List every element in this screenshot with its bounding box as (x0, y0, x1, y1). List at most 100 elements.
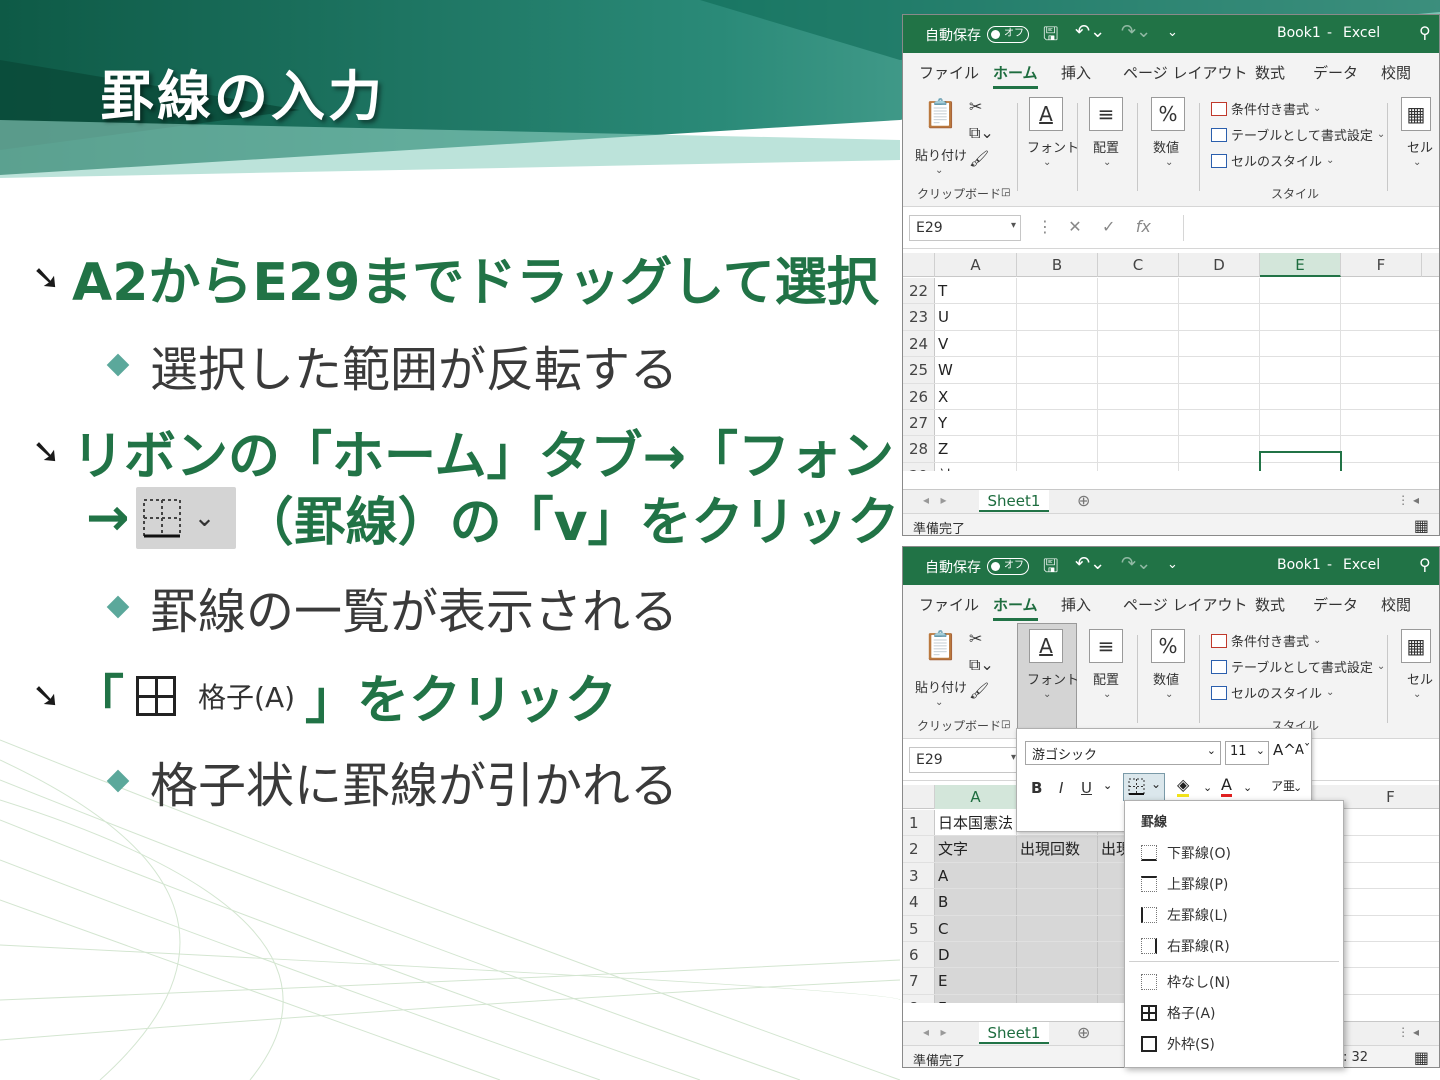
underline-button[interactable]: U (1081, 779, 1092, 797)
grid-cell[interactable] (1017, 330, 1098, 357)
grid-cell[interactable] (1017, 889, 1098, 915)
grid-cell[interactable] (1179, 304, 1260, 330)
redo-icon[interactable]: ↷⌄ (1121, 553, 1151, 574)
grid-cell[interactable] (1179, 462, 1260, 471)
grid-cell[interactable] (1098, 436, 1179, 462)
grid-cell[interactable] (1341, 304, 1439, 329)
sheet-tab[interactable]: Sheet1 (979, 490, 1049, 512)
grid-cell[interactable] (1341, 995, 1439, 1003)
grid-cell[interactable] (1260, 383, 1341, 409)
add-sheet-icon[interactable]: ⊕ (1077, 1023, 1090, 1042)
undo-icon[interactable]: ↶⌄ (1075, 553, 1105, 574)
font-icon[interactable]: A (1029, 629, 1063, 663)
tab-file[interactable]: ファイル (919, 594, 979, 615)
grid-cell[interactable] (1260, 357, 1341, 383)
tab-data[interactable]: データ (1313, 594, 1358, 615)
grid-cell[interactable] (1341, 810, 1439, 835)
normal-view-icon[interactable]: ▦ (1414, 1048, 1429, 1067)
format-painter-icon[interactable]: 🖌 (969, 149, 989, 168)
row-header[interactable]: 1 (903, 810, 935, 836)
grid-cell[interactable]: U (935, 304, 1017, 330)
copy-icon[interactable]: ⧉⌄ (969, 123, 994, 143)
shrink-font-button[interactable]: Aˇ (1295, 743, 1310, 758)
paste-icon[interactable]: 📋 (923, 629, 958, 662)
number-format-icon[interactable]: % (1151, 97, 1185, 131)
font-size-select[interactable]: 11 ⌄ (1225, 741, 1269, 765)
grid-cell[interactable] (1341, 278, 1439, 303)
menu-item-top-border[interactable]: 上罫線(P) (1141, 874, 1228, 894)
tab-data[interactable]: データ (1313, 62, 1358, 83)
row-header[interactable]: 3 (903, 862, 935, 889)
grid-cell[interactable]: A (935, 862, 1017, 889)
align-group-label[interactable]: 配置 (1093, 669, 1119, 688)
row-header[interactable]: 4 (903, 889, 935, 915)
customize-qat-icon[interactable]: ⌄ (1167, 557, 1178, 572)
font-group-label[interactable]: フォント (1027, 669, 1079, 688)
grid-cell[interactable] (1017, 304, 1098, 330)
grid-cell[interactable] (1017, 968, 1098, 994)
grid-cell[interactable] (1341, 436, 1439, 461)
cells-icon[interactable]: ▦ (1401, 629, 1431, 663)
tab-review[interactable]: 校閲 (1381, 62, 1411, 83)
format-painter-icon[interactable]: 🖌 (969, 681, 989, 700)
fill-color-icon[interactable]: ◈ (1177, 775, 1190, 797)
grid-cell[interactable] (1341, 836, 1439, 861)
formula-input[interactable] (1183, 215, 1439, 241)
grid-cell[interactable] (1017, 278, 1098, 304)
grid-cell[interactable] (1017, 410, 1098, 436)
grid-cell[interactable] (1098, 304, 1179, 330)
sheet-tab[interactable]: Sheet1 (979, 1022, 1049, 1044)
align-group-label[interactable]: 配置 (1093, 137, 1119, 156)
grid-cell[interactable] (1260, 304, 1341, 330)
grid-cell[interactable] (1341, 463, 1439, 471)
format-as-table-button[interactable]: テーブルとして書式設定 ⌄ (1211, 125, 1385, 144)
grid-cell[interactable] (1017, 942, 1098, 968)
grid-cell[interactable] (1017, 915, 1098, 941)
grid-cell[interactable] (1341, 384, 1439, 409)
autosave-toggle[interactable]: オフ (987, 558, 1029, 575)
grid-cell[interactable] (1341, 357, 1439, 382)
paste-label[interactable]: 貼り付け (915, 677, 967, 696)
font-group-label[interactable]: フォント (1027, 137, 1079, 156)
cells-group-label[interactable]: セル (1407, 669, 1433, 688)
paste-label[interactable]: 貼り付け (915, 145, 967, 164)
grid-cell[interactable] (1341, 331, 1439, 356)
scroll-options-icon[interactable]: ⋮ ◂ (1397, 1025, 1419, 1039)
conditional-formatting-button[interactable]: 条件付き書式 ⌄ (1211, 631, 1321, 650)
select-all-corner[interactable] (903, 253, 935, 277)
font-color-icon[interactable]: A (1221, 775, 1232, 797)
grid-cell[interactable] (1179, 436, 1260, 462)
menu-item-no-border[interactable]: 枠なし(N) (1141, 972, 1230, 992)
launcher-icon[interactable]: ◲ (1001, 719, 1010, 730)
add-sheet-icon[interactable]: ⊕ (1077, 491, 1090, 510)
menu-item-all-borders[interactable]: 格子(A) (1141, 1003, 1216, 1023)
tab-page-layout[interactable]: ページ レイアウト (1123, 594, 1247, 615)
grid-cell[interactable]: 計 (935, 462, 1017, 471)
column-header-f[interactable]: F (1341, 785, 1439, 809)
column-header-b[interactable]: B (1017, 253, 1098, 277)
grid-cell[interactable] (1179, 278, 1260, 304)
column-header-f[interactable]: F (1341, 253, 1422, 277)
tab-formulas[interactable]: 数式 (1255, 594, 1285, 615)
tab-home[interactable]: ホーム (993, 594, 1038, 621)
menu-item-outside-borders[interactable]: 外枠(S) (1141, 1034, 1215, 1054)
active-cell-e29[interactable] (1259, 451, 1342, 471)
sheet-nav-icon[interactable]: ◂ ▸ (923, 493, 947, 507)
grid-cell[interactable] (1260, 410, 1341, 436)
align-icon[interactable]: ≡ (1089, 629, 1123, 663)
format-as-table-button[interactable]: テーブルとして書式設定 ⌄ (1211, 657, 1385, 676)
grid-cell[interactable] (1179, 357, 1260, 383)
grid-cell[interactable]: B (935, 889, 1017, 915)
column-header-a[interactable]: A (935, 253, 1017, 277)
grow-font-button[interactable]: A^ (1273, 741, 1296, 759)
row-header[interactable]: 29 (903, 462, 935, 471)
row-header[interactable]: 6 (903, 942, 935, 968)
grid-cell[interactable]: 文字 (935, 836, 1017, 862)
tab-page-layout[interactable]: ページ レイアウト (1123, 62, 1247, 83)
row-header[interactable]: 26 (903, 383, 935, 409)
borders-button[interactable]: ⌄ (1123, 773, 1165, 801)
cut-icon[interactable]: ✂ (969, 629, 982, 648)
grid-cell[interactable]: X (935, 383, 1017, 409)
column-header-d[interactable]: D (1179, 253, 1260, 277)
scroll-options-icon[interactable]: ⋮ ◂ (1397, 493, 1419, 507)
